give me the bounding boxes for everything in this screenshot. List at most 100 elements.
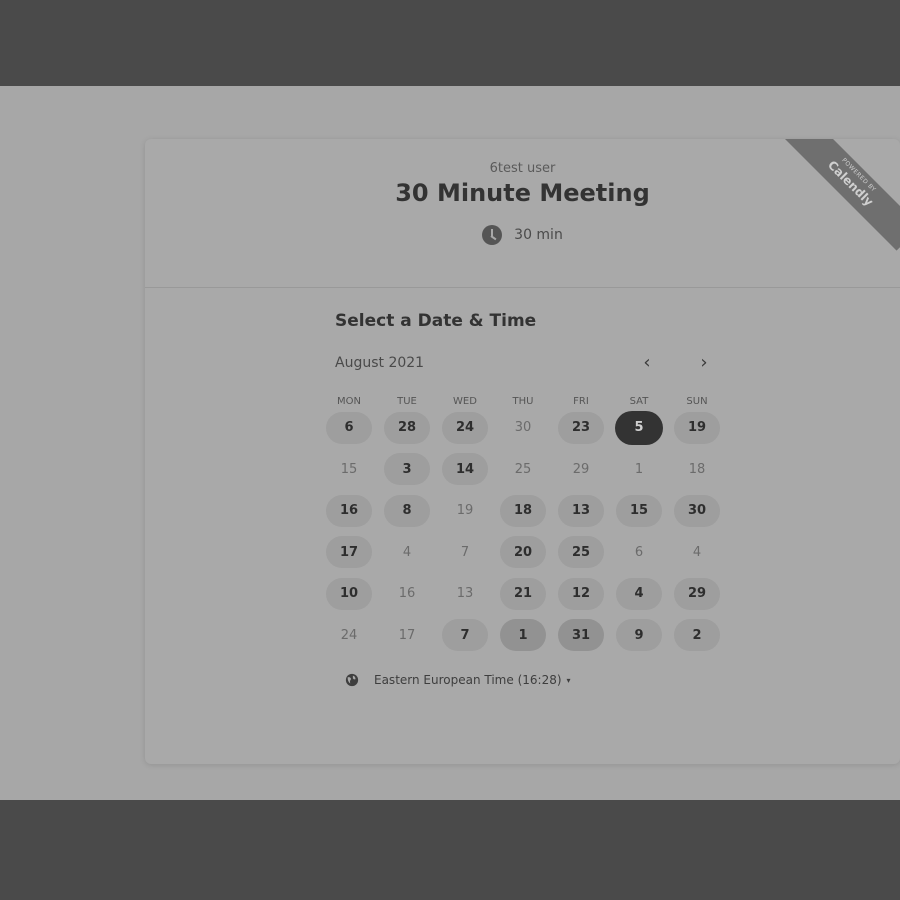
available-date-button[interactable]: 15 bbox=[616, 494, 662, 527]
calendar-cell: 15 bbox=[610, 490, 668, 532]
calendar-cell: 31 bbox=[552, 615, 610, 657]
month-navigation: August 2021 ‹ › bbox=[335, 352, 725, 376]
calendar-cell: 4 bbox=[668, 532, 726, 574]
ribbon-band: POWERED BY Calendly bbox=[785, 139, 900, 251]
section-title: Select a Date & Time bbox=[335, 311, 537, 331]
calendar-cell: 7 bbox=[436, 615, 494, 657]
unavailable-date: 17 bbox=[398, 627, 416, 643]
available-date-button[interactable]: 29 bbox=[674, 577, 720, 610]
available-date-button[interactable]: 4 bbox=[616, 577, 662, 610]
calendar-cell: 28 bbox=[378, 407, 436, 449]
calendar-cell: 6 bbox=[610, 532, 668, 574]
caret-down-icon: ▾ bbox=[566, 675, 571, 685]
calendar-cell: 13 bbox=[552, 490, 610, 532]
ribbon-brand: Calendly bbox=[825, 157, 877, 209]
weekday-label: SAT bbox=[629, 396, 649, 407]
chevron-left-icon[interactable]: ‹ bbox=[635, 352, 659, 376]
calendar-cell: 18 bbox=[668, 449, 726, 491]
available-date-button[interactable]: 8 bbox=[384, 494, 430, 527]
available-date-button[interactable]: 7 bbox=[442, 619, 488, 652]
available-date-button[interactable]: 17 bbox=[326, 536, 372, 569]
available-date-button[interactable]: 1 bbox=[500, 619, 546, 652]
calendar-cell: 24 bbox=[320, 615, 378, 657]
calendar-cell: 19 bbox=[436, 490, 494, 532]
available-date-button[interactable]: 19 bbox=[674, 411, 720, 444]
calendar-cell: 13 bbox=[436, 573, 494, 615]
available-date-button[interactable]: 3 bbox=[384, 453, 430, 486]
available-date-button[interactable]: 20 bbox=[500, 536, 546, 569]
clock-icon bbox=[482, 225, 503, 245]
unavailable-date: 4 bbox=[402, 544, 412, 560]
unavailable-date: 18 bbox=[688, 461, 706, 477]
calendar-cell: 29 bbox=[668, 573, 726, 615]
weekday-label: TUE bbox=[397, 396, 417, 407]
calendar-cell: 9 bbox=[610, 615, 668, 657]
available-date-button[interactable]: 23 bbox=[558, 411, 604, 444]
calendar-cell: 19 bbox=[668, 407, 726, 449]
calendar-cell: 1 bbox=[494, 615, 552, 657]
calendar-cell: 10 bbox=[320, 573, 378, 615]
globe-icon bbox=[345, 673, 359, 687]
calendar-cell: 6 bbox=[320, 407, 378, 449]
unavailable-date: 29 bbox=[572, 461, 590, 477]
unavailable-date: 6 bbox=[634, 544, 644, 560]
available-date-button[interactable]: 14 bbox=[442, 453, 488, 486]
available-date-button[interactable]: 25 bbox=[558, 536, 604, 569]
selected-date-button[interactable]: 5 bbox=[615, 410, 663, 445]
month-label: August 2021 bbox=[335, 355, 425, 371]
unavailable-date: 19 bbox=[456, 503, 474, 519]
available-date-button[interactable]: 21 bbox=[500, 577, 546, 610]
available-date-button[interactable]: 30 bbox=[674, 494, 720, 527]
calendar-cell: 8 bbox=[378, 490, 436, 532]
available-date-button[interactable]: 24 bbox=[442, 411, 488, 444]
calendar-cell: 29 bbox=[552, 449, 610, 491]
calendar-cell: 7 bbox=[436, 532, 494, 574]
calendar-cell: 14 bbox=[436, 449, 494, 491]
unavailable-date: 16 bbox=[398, 586, 416, 602]
available-date-button[interactable]: 18 bbox=[500, 494, 546, 527]
calendar-cell: 21 bbox=[494, 573, 552, 615]
available-date-button[interactable]: 9 bbox=[616, 619, 662, 652]
unavailable-date: 24 bbox=[340, 627, 358, 643]
calendar-cell: 23 bbox=[552, 407, 610, 449]
calendar-cell: 1 bbox=[610, 449, 668, 491]
calendar-cell: 25 bbox=[552, 532, 610, 574]
calendar-cell: 30 bbox=[494, 407, 552, 449]
available-date-button[interactable]: 2 bbox=[674, 619, 720, 652]
unavailable-date: 25 bbox=[514, 461, 532, 477]
calendar-cell: 24 bbox=[436, 407, 494, 449]
calendar-cell: 16 bbox=[320, 490, 378, 532]
available-date-button[interactable]: 28 bbox=[384, 411, 430, 444]
unavailable-date: 1 bbox=[634, 461, 644, 477]
weekday-label: MON bbox=[337, 396, 361, 407]
calendar-cell: 25 bbox=[494, 449, 552, 491]
calendar-cell: 2 bbox=[668, 615, 726, 657]
weekday-label: THU bbox=[512, 396, 534, 407]
chevron-right-icon[interactable]: › bbox=[692, 352, 716, 376]
available-date-button[interactable]: 10 bbox=[326, 577, 372, 610]
calendar-cell: 18 bbox=[494, 490, 552, 532]
calendar-cell: 15 bbox=[320, 449, 378, 491]
weekday-label: FRI bbox=[573, 396, 589, 407]
powered-by-ribbon[interactable]: POWERED BY Calendly bbox=[785, 139, 900, 254]
available-date-button[interactable]: 31 bbox=[558, 619, 604, 652]
calendar-grid: 6 28 24 30 23 5 19 15 3 14 25 29 1 18 16 8 19 18 13 15 30 17 4… bbox=[320, 407, 726, 656]
weekday-label: SUN bbox=[686, 396, 708, 407]
calendar-cell: 4 bbox=[378, 532, 436, 574]
available-date-button[interactable]: 6 bbox=[326, 411, 372, 444]
timezone-selector[interactable]: Eastern European Time (16:28) ▾ bbox=[345, 673, 571, 687]
unavailable-date: 4 bbox=[692, 544, 702, 560]
booking-card: 6test user 30 Minute Meeting 30 min POWE… bbox=[145, 139, 900, 764]
calendar-cell: 5 bbox=[610, 407, 668, 449]
calendar-cell: 30 bbox=[668, 490, 726, 532]
calendar-cell: 16 bbox=[378, 573, 436, 615]
timezone-label: Eastern European Time (16:28) bbox=[374, 673, 562, 687]
unavailable-date: 30 bbox=[514, 420, 532, 436]
available-date-button[interactable]: 16 bbox=[326, 494, 372, 527]
available-date-button[interactable]: 13 bbox=[558, 494, 604, 527]
available-date-button[interactable]: 12 bbox=[558, 577, 604, 610]
calendar-cell: 17 bbox=[378, 615, 436, 657]
unavailable-date: 7 bbox=[460, 544, 470, 560]
page-background: 6test user 30 Minute Meeting 30 min POWE… bbox=[0, 86, 900, 800]
calendar-cell: 12 bbox=[552, 573, 610, 615]
